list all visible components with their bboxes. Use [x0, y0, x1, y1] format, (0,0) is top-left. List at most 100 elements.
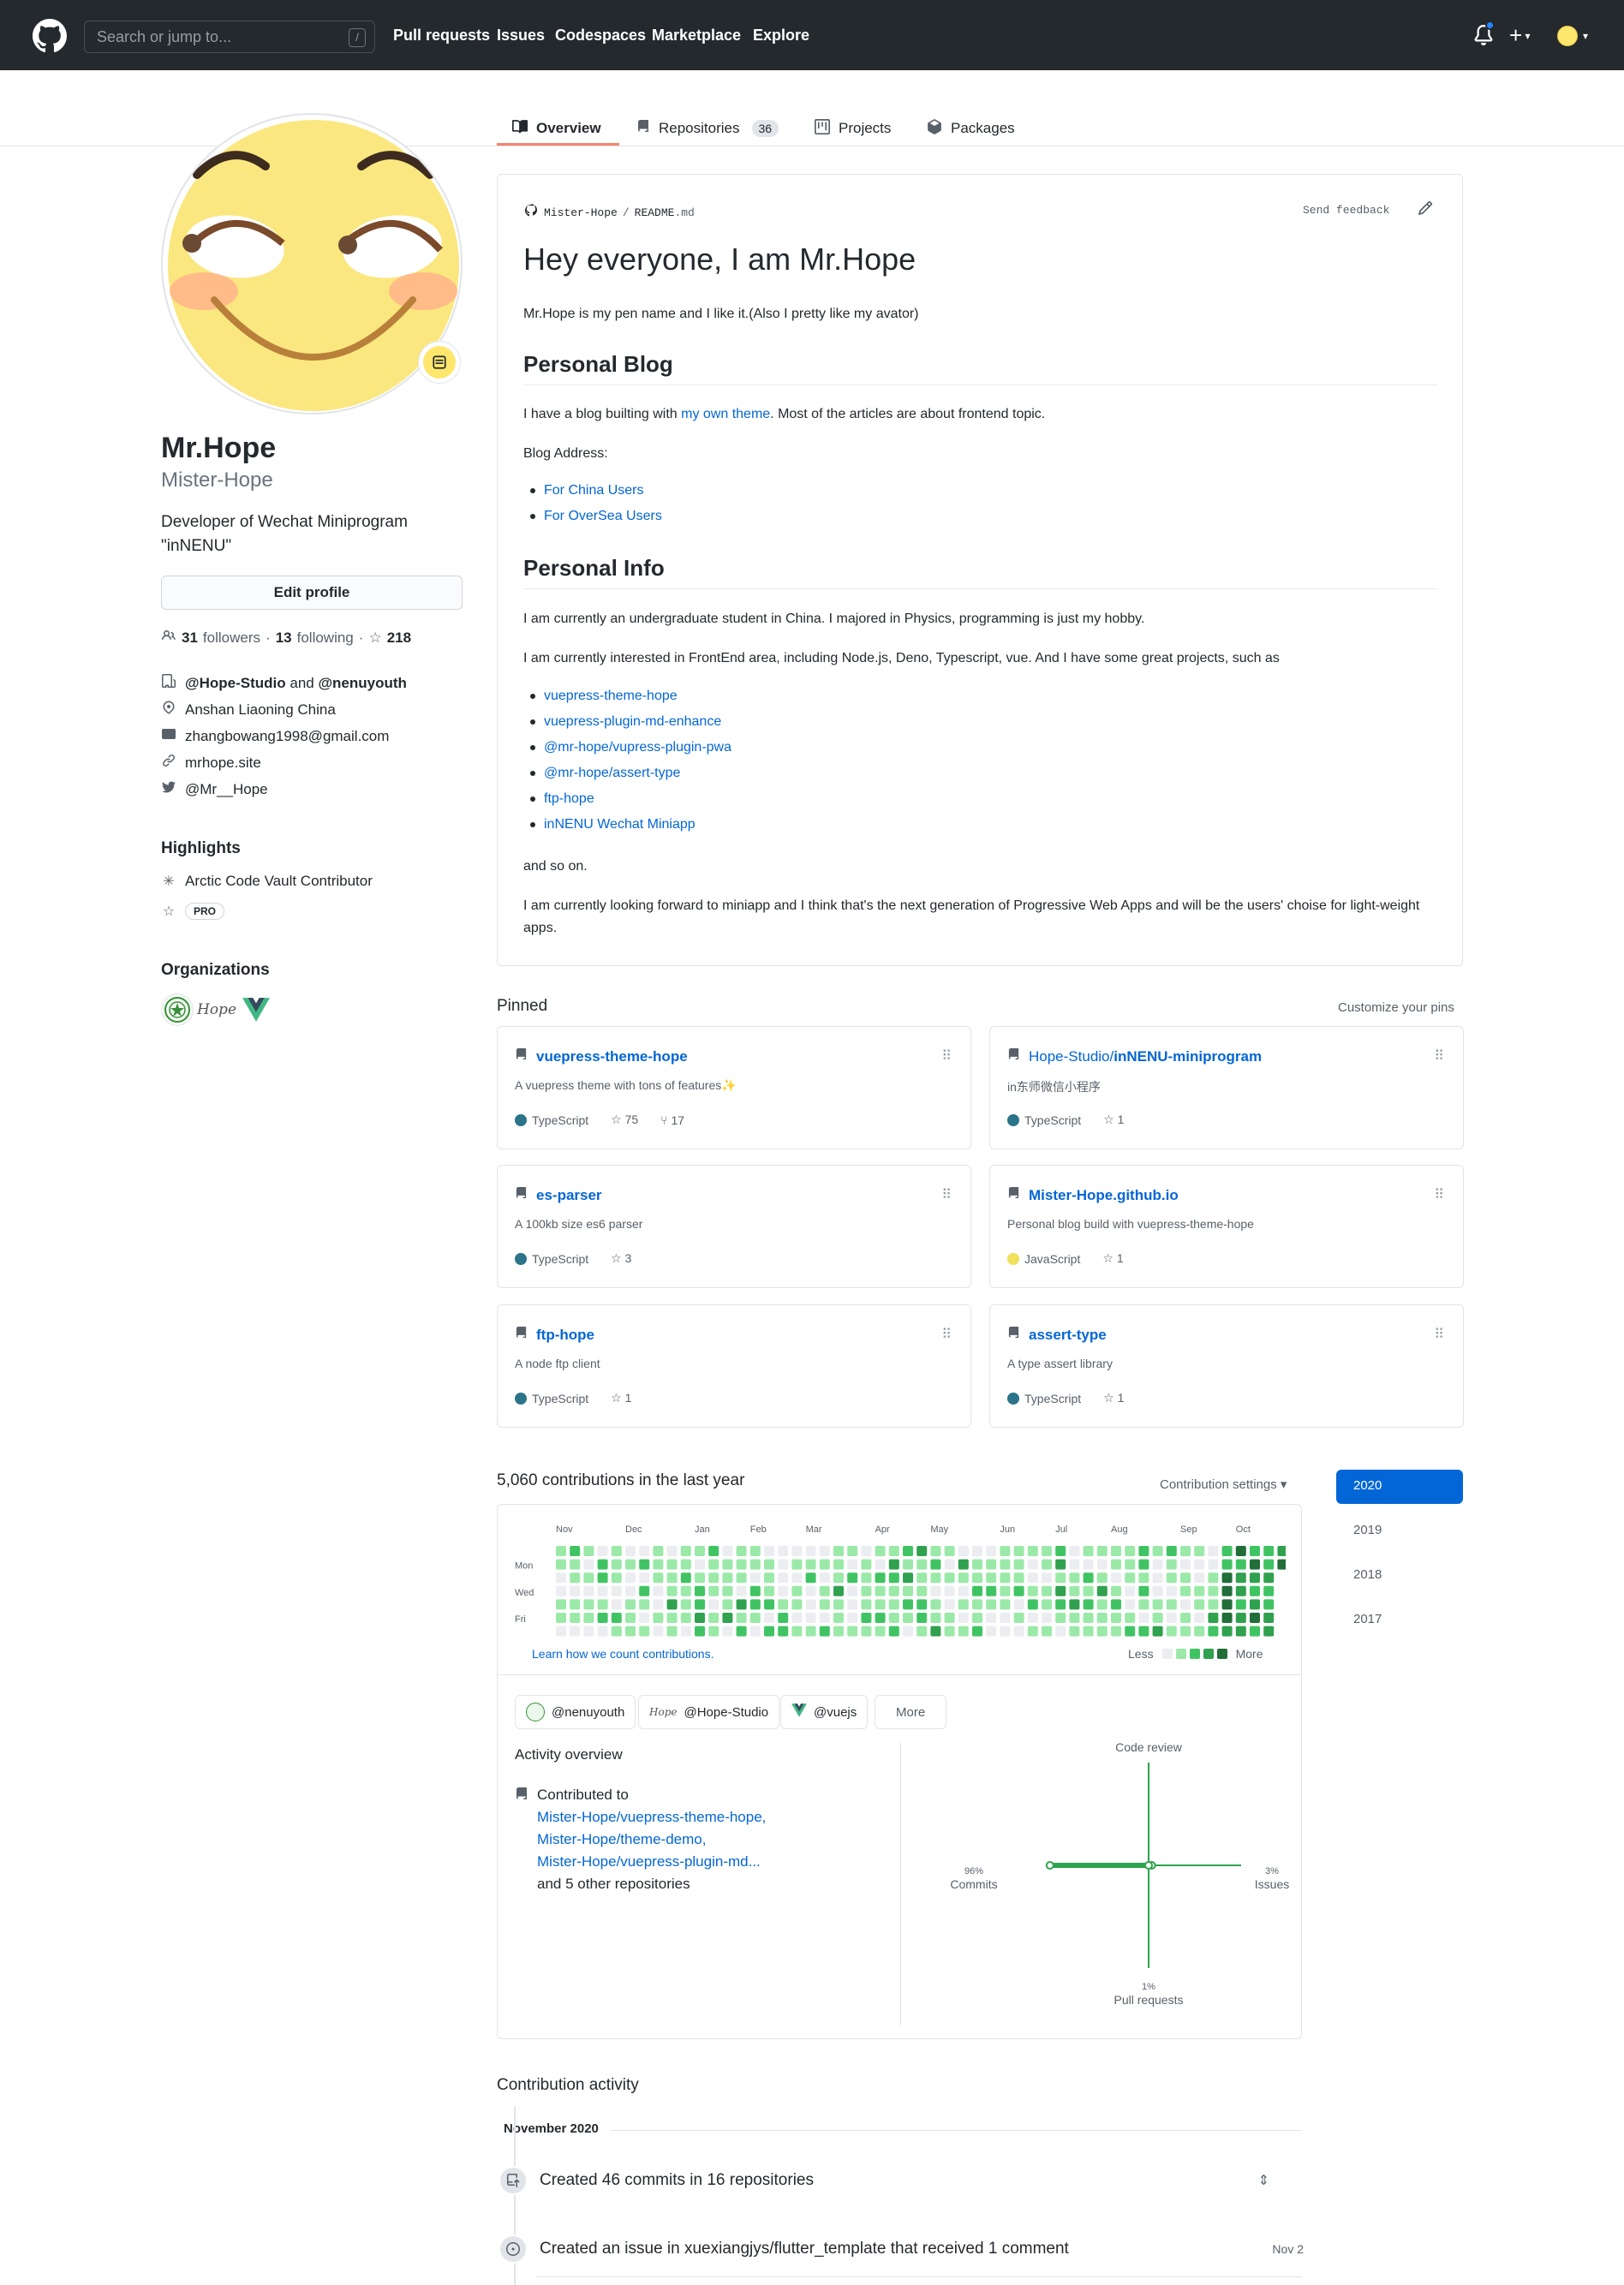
calendar-day-cell[interactable] — [1111, 1559, 1121, 1570]
calendar-day-cell[interactable] — [639, 1585, 650, 1596]
calendar-day-cell[interactable] — [1235, 1585, 1246, 1596]
calendar-day-cell[interactable] — [916, 1613, 928, 1623]
calendar-day-cell[interactable] — [666, 1626, 678, 1637]
calendar-day-cell[interactable] — [1042, 1572, 1052, 1584]
calendar-day-cell[interactable] — [1250, 1559, 1260, 1570]
calendar-day-cell[interactable] — [695, 1585, 705, 1596]
calendar-day-cell[interactable] — [1208, 1599, 1219, 1610]
calendar-day-cell[interactable] — [695, 1572, 705, 1584]
calendar-day-cell[interactable] — [986, 1546, 997, 1556]
calendar-day-cell[interactable] — [903, 1559, 913, 1570]
tab-packages[interactable]: Packages — [927, 111, 1015, 146]
calendar-day-cell[interactable] — [1027, 1585, 1038, 1596]
calendar-day-cell[interactable] — [903, 1572, 913, 1584]
contributed-repo-theme-hope[interactable]: Mister-Hope/vuepress-theme-hope, — [537, 1809, 766, 1825]
calendar-day-cell[interactable] — [1013, 1546, 1024, 1556]
calendar-day-cell[interactable] — [583, 1559, 594, 1570]
calendar-day-cell[interactable] — [1221, 1626, 1233, 1637]
calendar-day-cell[interactable] — [722, 1599, 733, 1610]
calendar-day-cell[interactable] — [972, 1599, 982, 1610]
org-hope-studio-link[interactable]: @Hope-Studio — [185, 675, 286, 691]
calendar-day-cell[interactable] — [625, 1626, 636, 1637]
calendar-day-cell[interactable] — [1138, 1585, 1149, 1596]
calendar-day-cell[interactable] — [1042, 1546, 1052, 1556]
stars-link[interactable]: ☆ 75 — [611, 1113, 638, 1127]
calendar-day-cell[interactable] — [639, 1546, 650, 1556]
calendar-day-cell[interactable] — [944, 1546, 955, 1556]
calendar-day-cell[interactable] — [708, 1546, 719, 1556]
calendar-day-cell[interactable] — [583, 1613, 594, 1623]
calendar-day-cell[interactable] — [1069, 1626, 1080, 1637]
calendar-day-cell[interactable] — [680, 1599, 691, 1610]
calendar-day-cell[interactable] — [695, 1559, 705, 1570]
calendar-day-cell[interactable] — [1221, 1559, 1233, 1570]
learn-contributions-link[interactable]: Learn how we count contributions. — [532, 1647, 713, 1661]
calendar-day-cell[interactable] — [847, 1613, 858, 1623]
calendar-day-cell[interactable] — [861, 1559, 872, 1570]
pinned-repo-title[interactable]: es-parser — [515, 1186, 602, 1205]
calendar-day-cell[interactable] — [680, 1546, 691, 1556]
calendar-day-cell[interactable] — [639, 1613, 650, 1623]
calendar-day-cell[interactable] — [819, 1585, 830, 1596]
calendar-day-cell[interactable] — [791, 1613, 803, 1623]
calendar-day-cell[interactable] — [875, 1599, 886, 1610]
calendar-day-cell[interactable] — [888, 1546, 899, 1556]
calendar-day-cell[interactable] — [1125, 1626, 1136, 1637]
calendar-day-cell[interactable] — [597, 1585, 608, 1596]
calendar-day-cell[interactable] — [972, 1559, 982, 1570]
calendar-day-cell[interactable] — [1166, 1626, 1177, 1637]
calendar-day-cell[interactable] — [625, 1613, 636, 1623]
activity-issue-text[interactable]: Created an issue in xuexiangjys/flutter_… — [540, 2240, 1069, 2258]
calendar-day-cell[interactable] — [888, 1585, 899, 1596]
calendar-day-cell[interactable] — [639, 1599, 650, 1610]
calendar-day-cell[interactable] — [875, 1626, 886, 1637]
calendar-day-cell[interactable] — [819, 1626, 830, 1637]
calendar-day-cell[interactable] — [875, 1546, 886, 1556]
user-menu[interactable]: ▾ — [1557, 26, 1588, 46]
drag-handle-icon[interactable]: ⠿ — [1434, 1186, 1444, 1203]
calendar-day-cell[interactable] — [958, 1585, 969, 1596]
calendar-day-cell[interactable] — [583, 1546, 594, 1556]
calendar-day-cell[interactable] — [764, 1585, 774, 1596]
calendar-day-cell[interactable] — [1180, 1599, 1191, 1610]
nav-pull-requests[interactable]: Pull requests — [393, 27, 490, 45]
calendar-day-cell[interactable] — [791, 1559, 803, 1570]
calendar-day-cell[interactable] — [791, 1626, 803, 1637]
calendar-day-cell[interactable] — [1083, 1559, 1094, 1570]
calendar-day-cell[interactable] — [1250, 1546, 1260, 1556]
calendar-day-cell[interactable] — [1263, 1546, 1275, 1556]
calendar-day-cell[interactable] — [819, 1613, 830, 1623]
calendar-day-cell[interactable] — [930, 1613, 941, 1623]
calendar-day-cell[interactable] — [1000, 1599, 1011, 1610]
calendar-day-cell[interactable] — [1250, 1613, 1260, 1623]
calendar-day-cell[interactable] — [958, 1546, 969, 1556]
calendar-day-cell[interactable] — [708, 1626, 719, 1637]
calendar-day-cell[interactable] — [930, 1572, 941, 1584]
calendar-day-cell[interactable] — [1069, 1572, 1080, 1584]
calendar-day-cell[interactable] — [1166, 1546, 1177, 1556]
calendar-day-cell[interactable] — [1111, 1585, 1121, 1596]
calendar-day-cell[interactable] — [958, 1559, 969, 1570]
calendar-day-cell[interactable] — [666, 1572, 678, 1584]
calendar-day-cell[interactable] — [1180, 1559, 1191, 1570]
calendar-day-cell[interactable] — [1166, 1613, 1177, 1623]
calendar-day-cell[interactable] — [944, 1613, 955, 1623]
calendar-day-cell[interactable] — [986, 1599, 997, 1610]
calendar-day-cell[interactable] — [930, 1546, 941, 1556]
calendar-day-cell[interactable] — [1111, 1613, 1121, 1623]
org-filter-more-button[interactable]: More — [875, 1695, 947, 1729]
calendar-day-cell[interactable] — [1027, 1626, 1038, 1637]
calendar-day-cell[interactable] — [1083, 1546, 1094, 1556]
calendar-day-cell[interactable] — [930, 1559, 941, 1570]
calendar-day-cell[interactable] — [805, 1585, 816, 1596]
calendar-day-cell[interactable] — [861, 1546, 872, 1556]
pinned-repo-title[interactable]: assert-type — [1007, 1326, 1107, 1345]
calendar-day-cell[interactable] — [764, 1546, 774, 1556]
calendar-day-cell[interactable] — [944, 1559, 955, 1570]
calendar-day-cell[interactable] — [1235, 1546, 1246, 1556]
calendar-day-cell[interactable] — [736, 1572, 747, 1584]
calendar-day-cell[interactable] — [903, 1626, 913, 1637]
activity-commits-text[interactable]: Created 46 commits in 16 repositories — [540, 2171, 814, 2190]
calendar-day-cell[interactable] — [666, 1599, 678, 1610]
calendar-day-cell[interactable] — [653, 1559, 664, 1570]
